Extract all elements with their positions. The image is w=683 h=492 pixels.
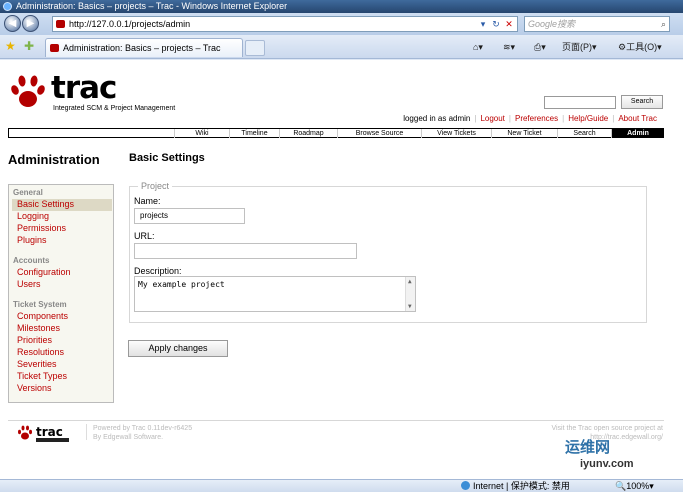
- page-menu[interactable]: 页面(P)▾: [562, 40, 597, 54]
- site-watermark: 运维网 iyunv.com: [565, 440, 634, 472]
- trac-search-input[interactable]: [544, 96, 616, 109]
- logo-text: trac: [51, 70, 117, 106]
- browser-tab[interactable]: Administration: Basics – projects – Trac: [45, 38, 243, 57]
- nav-wiki[interactable]: Wiki: [174, 129, 229, 138]
- metanav-separator: |: [474, 114, 477, 123]
- nav-new-ticket[interactable]: New Ticket: [491, 129, 557, 138]
- tab-row: ★ ✚ Administration: Basics – projects – …: [0, 35, 683, 59]
- trac-search-button[interactable]: Search: [621, 95, 663, 109]
- refresh-icon[interactable]: ↻: [490, 18, 502, 30]
- metanav-separator: |: [562, 114, 565, 123]
- svg-text:trac: trac: [36, 425, 63, 439]
- ie-icon: [3, 2, 12, 11]
- forward-icon[interactable]: ▶: [22, 15, 39, 32]
- fieldset-legend: Project: [138, 181, 173, 191]
- tab-title: Administration: Basics – projects – Trac: [63, 43, 221, 53]
- nav-browse-source[interactable]: Browse Source: [337, 129, 421, 138]
- sidebar-section-general: General: [13, 188, 43, 197]
- description-textarea[interactable]: My example project ▲ ▼: [134, 276, 416, 312]
- sidebar-section-ticket-system: Ticket System: [13, 300, 67, 309]
- nav-view-tickets[interactable]: View Tickets: [421, 129, 491, 138]
- favorites-star-icon[interactable]: ★: [5, 39, 16, 53]
- apply-changes-button[interactable]: Apply changes: [128, 340, 228, 357]
- page-favicon: [56, 20, 65, 28]
- footer-edgewall-line: By Edgewall Software.: [93, 434, 164, 441]
- search-input[interactable]: Google搜索 ⌕: [524, 16, 670, 32]
- metanav-separator: |: [508, 114, 511, 123]
- footer-separator: [86, 424, 87, 440]
- scroll-up-icon[interactable]: ▲: [408, 278, 412, 285]
- sidebar-item-versions[interactable]: Versions: [17, 383, 52, 393]
- sidebar-item-logging[interactable]: Logging: [17, 211, 49, 221]
- sidebar-item-plugins[interactable]: Plugins: [17, 235, 47, 245]
- help-guide-link[interactable]: Help/Guide: [568, 114, 608, 123]
- description-label: Description:: [134, 266, 182, 276]
- url-field[interactable]: [134, 243, 357, 259]
- stop-icon[interactable]: ✕: [503, 18, 515, 30]
- about-trac-link[interactable]: About Trac: [618, 114, 657, 123]
- preferences-link[interactable]: Preferences: [515, 114, 558, 123]
- footer-divider: [8, 420, 664, 421]
- name-label: Name:: [134, 196, 161, 206]
- admin-sidebar: General Basic Settings Logging Permissio…: [8, 184, 114, 403]
- nav-search[interactable]: Search: [557, 129, 611, 138]
- search-placeholder: Google搜索: [528, 19, 576, 29]
- search-icon[interactable]: ⌕: [661, 17, 666, 31]
- trac-page: trac Integrated SCM & Project Management…: [0, 60, 683, 479]
- footer-powered-line: Powered by Trac 0.11dev-r6425: [93, 425, 193, 432]
- address-row: ◀ ▶ http://127.0.0.1/projects/admin ▾ ↻ …: [0, 13, 683, 35]
- metanav-separator: |: [612, 114, 615, 123]
- paw-icon: [11, 75, 45, 107]
- tools-menu[interactable]: ⚙工具(O)▾: [618, 40, 662, 54]
- textarea-scrollbar[interactable]: ▲ ▼: [405, 277, 415, 311]
- watermark-sub: iyunv.com: [580, 458, 634, 470]
- zoom-level[interactable]: 🔍100%▾: [615, 480, 654, 492]
- back-icon[interactable]: ◀: [4, 15, 21, 32]
- globe-icon: [461, 481, 470, 490]
- sidebar-item-basic-settings[interactable]: Basic Settings: [17, 199, 74, 209]
- meta-navigation: logged in as admin | Logout | Preferences | He…: [403, 114, 657, 123]
- nav-roadmap[interactable]: Roadmap: [279, 129, 337, 138]
- url-label: URL:: [134, 231, 155, 241]
- dropdown-icon[interactable]: ▾: [477, 18, 489, 30]
- footer-trac-logo[interactable]: trac: [16, 423, 71, 443]
- feeds-icon[interactable]: ≋▾: [503, 40, 515, 54]
- window-title-bar: Administration: Basics – projects – Trac…: [0, 0, 683, 13]
- description-text: My example project: [138, 280, 225, 289]
- sidebar-item-priorities[interactable]: Priorities: [17, 335, 52, 345]
- address-bar[interactable]: http://127.0.0.1/projects/admin ▾ ↻ ✕: [52, 16, 518, 32]
- sidebar-item-components[interactable]: Components: [17, 311, 68, 321]
- sidebar-section-accounts: Accounts: [13, 256, 50, 265]
- page-title: Basic Settings: [129, 152, 205, 164]
- nav-timeline[interactable]: Timeline: [229, 129, 279, 138]
- sidebar-heading: Administration: [8, 152, 100, 167]
- footer-visit-line: Visit the Trac open source project at: [551, 425, 663, 432]
- watermark-main: 运维网: [565, 439, 611, 456]
- logout-link[interactable]: Logout: [480, 114, 504, 123]
- footer-powered-by: Powered by Trac 0.11dev-r6425 By Edgewal…: [93, 424, 192, 442]
- logged-in-text: logged in as admin: [403, 114, 471, 123]
- security-zone: Internet | 保护模式: 禁用: [461, 480, 570, 492]
- sidebar-item-permissions[interactable]: Permissions: [17, 223, 66, 233]
- sidebar-item-ticket-types[interactable]: Ticket Types: [17, 371, 67, 381]
- sidebar-item-users[interactable]: Users: [17, 279, 41, 289]
- new-tab-button[interactable]: [245, 40, 265, 56]
- status-bar: Internet | 保护模式: 禁用 🔍100%▾: [0, 479, 683, 492]
- name-field[interactable]: projects: [134, 208, 245, 224]
- sidebar-item-resolutions[interactable]: Resolutions: [17, 347, 64, 357]
- logo-subtitle: Integrated SCM & Project Management: [53, 105, 176, 112]
- address-text: http://127.0.0.1/projects/admin: [69, 19, 191, 29]
- add-favorite-icon[interactable]: ✚: [24, 39, 34, 53]
- sidebar-item-milestones[interactable]: Milestones: [17, 323, 60, 333]
- sidebar-item-configuration[interactable]: Configuration: [17, 267, 71, 277]
- nav-admin[interactable]: Admin: [611, 129, 664, 138]
- print-icon[interactable]: ⎙▾: [534, 40, 546, 54]
- home-icon[interactable]: ⌂▾: [473, 40, 483, 54]
- main-navigation: Wiki Timeline Roadmap Browse Source View…: [8, 128, 664, 138]
- tab-favicon: [50, 44, 59, 52]
- sidebar-item-severities[interactable]: Severities: [17, 359, 57, 369]
- window-title: Administration: Basics – projects – Trac…: [16, 1, 288, 11]
- scroll-down-icon[interactable]: ▼: [408, 303, 412, 310]
